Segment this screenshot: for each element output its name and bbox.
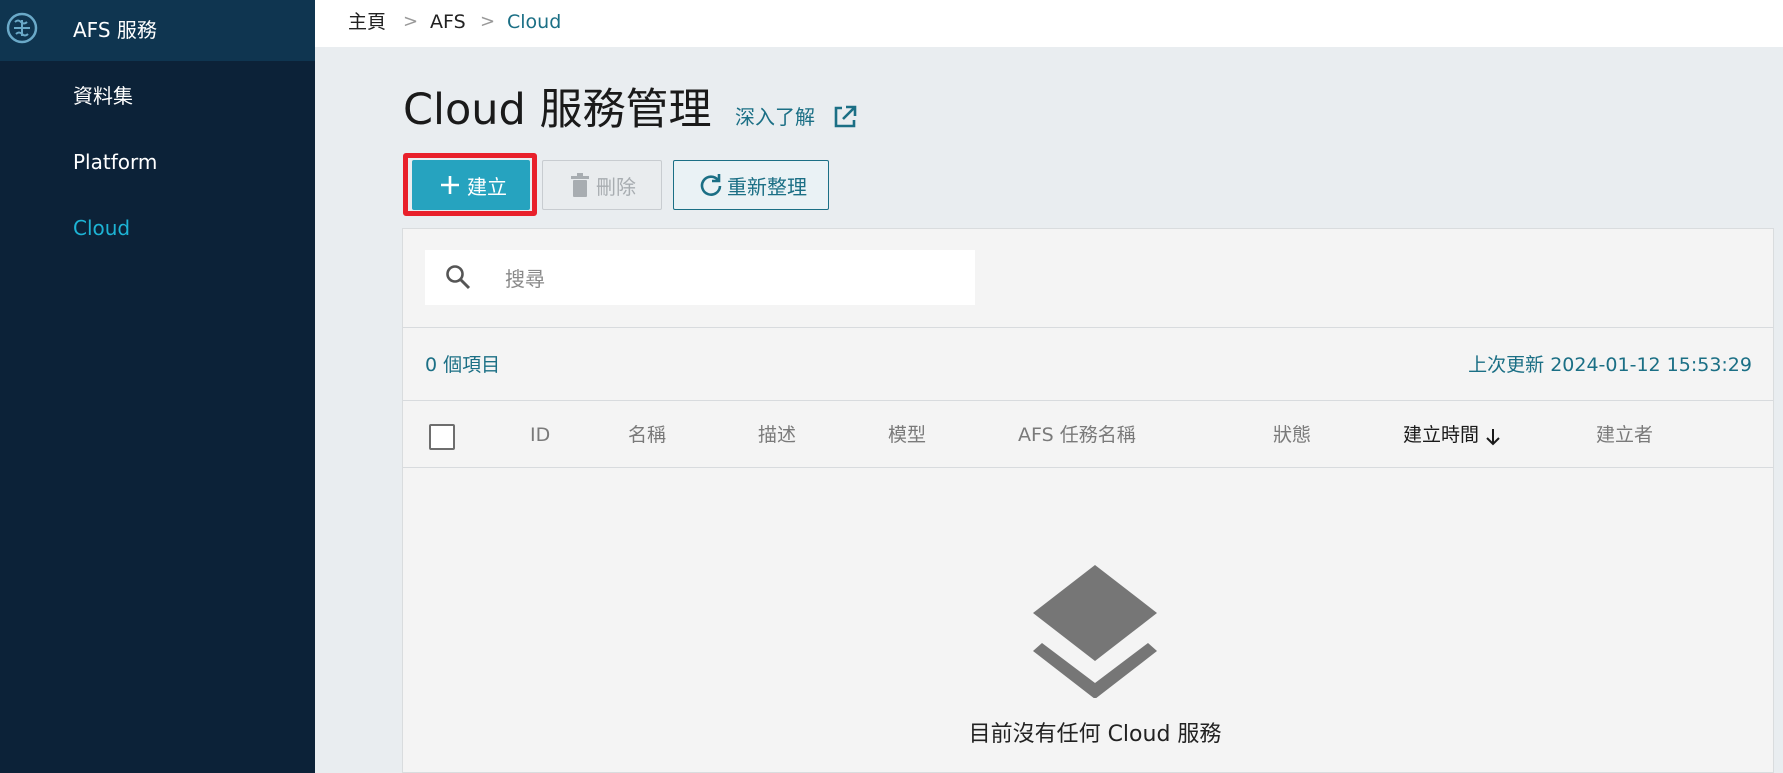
divider xyxy=(403,327,1773,328)
breadcrumb-home[interactable]: 主頁 xyxy=(348,10,386,34)
column-header-name[interactable]: 名稱 xyxy=(628,422,666,448)
select-all-checkbox[interactable] xyxy=(429,424,455,450)
sidebar: AFS 服務 資料集 Platform Cloud xyxy=(0,0,315,773)
search-input[interactable] xyxy=(503,262,967,296)
sidebar-title[interactable]: AFS 服務 xyxy=(73,14,157,46)
search-icon xyxy=(446,265,471,290)
breadcrumb-separator: > xyxy=(480,11,496,32)
sidebar-header: AFS 服務 xyxy=(0,0,315,61)
trash-icon xyxy=(571,173,589,197)
sidebar-item-cloud[interactable]: Cloud xyxy=(73,212,130,244)
create-button[interactable]: 建立 xyxy=(412,160,530,210)
refresh-button[interactable]: 重新整理 xyxy=(673,160,829,210)
sidebar-item-dataset[interactable]: 資料集 xyxy=(73,80,133,112)
page-title: Cloud 服務管理 xyxy=(403,85,712,135)
external-link-icon[interactable] xyxy=(830,102,860,132)
column-header-model[interactable]: 模型 xyxy=(888,422,926,448)
layers-icon xyxy=(1033,565,1157,698)
breadcrumb-separator: > xyxy=(403,11,419,32)
refresh-icon xyxy=(700,174,722,196)
item-count: 0 個項目 xyxy=(425,354,501,376)
column-header-status[interactable]: 狀態 xyxy=(1273,422,1311,448)
column-header-description[interactable]: 描述 xyxy=(758,422,796,448)
column-header-afs-task-name[interactable]: AFS 任務名稱 xyxy=(1018,422,1136,448)
learn-more-link[interactable]: 深入了解 xyxy=(735,103,815,131)
divider xyxy=(403,467,1773,468)
create-button-label: 建立 xyxy=(467,174,507,199)
last-updated: 上次更新 2024-01-12 15:53:29 xyxy=(1468,354,1752,376)
plus-icon xyxy=(441,176,459,194)
sidebar-item-platform[interactable]: Platform xyxy=(73,146,157,178)
divider xyxy=(403,400,1773,401)
delete-button[interactable]: 刪除 xyxy=(542,160,662,210)
column-header-id[interactable]: ID xyxy=(530,422,550,448)
sort-descending-icon[interactable] xyxy=(1484,427,1502,447)
breadcrumb-afs[interactable]: AFS xyxy=(430,10,466,34)
afs-logo-icon[interactable] xyxy=(6,12,38,44)
breadcrumb-cloud: Cloud xyxy=(507,11,562,33)
column-header-created-time[interactable]: 建立時間 xyxy=(1403,422,1479,448)
column-header-creator[interactable]: 建立者 xyxy=(1596,422,1653,448)
empty-state-message: 目前沒有任何 Cloud 服務 xyxy=(968,722,1222,747)
delete-button-label: 刪除 xyxy=(596,174,636,199)
refresh-button-label: 重新整理 xyxy=(727,174,807,199)
